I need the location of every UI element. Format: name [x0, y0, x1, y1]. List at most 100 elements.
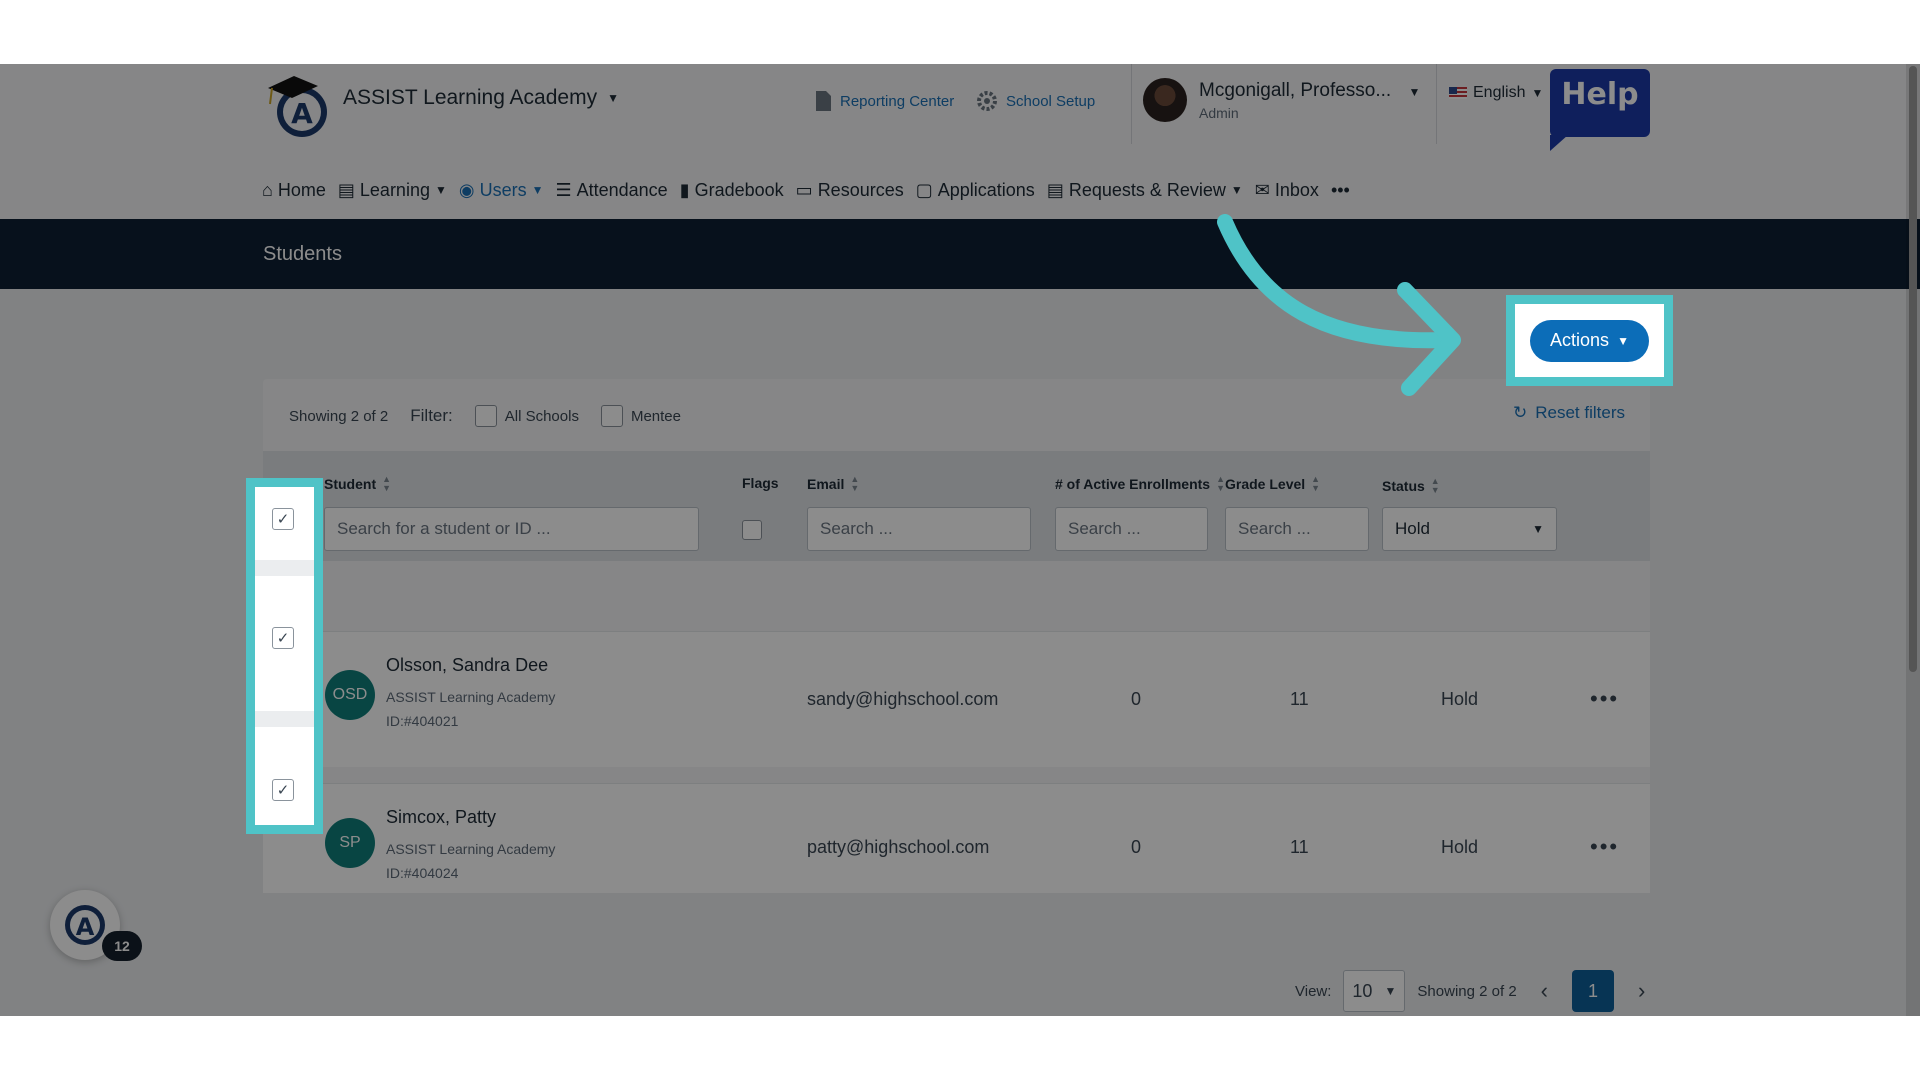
row-checkbox-highlight: [246, 478, 323, 834]
table-header: Student ▲ ▼ Flags Email ▲ ▼ # of Active En…: [263, 451, 1650, 561]
all-schools-label: All Schools: [504, 407, 579, 425]
column-enrollments[interactable]: # of Active Enrollments ▲ ▼: [1055, 475, 1225, 493]
header-divider: [1131, 64, 1132, 144]
nav-gradebook[interactable]: ▮ Gradebook: [680, 170, 784, 210]
us-flag-icon: [1449, 87, 1467, 99]
scrollbar-thumb[interactable]: [1909, 66, 1917, 672]
chevron-down-icon: ▼: [607, 91, 619, 105]
table-row[interactable]: OSD Olsson, Sandra Dee ASSIST Learning A…: [263, 631, 1650, 767]
student-search-input[interactable]: Search for a student or ID ...: [324, 507, 699, 551]
table-row[interactable]: SP Simcox, Patty ASSIST Learning Academy…: [263, 783, 1650, 893]
sort-icon: ▲ ▼: [1430, 476, 1440, 495]
top-bar: A ASSIST Learning Academy ▼ Reporting Ce…: [0, 64, 1920, 224]
column-flags-label: Flags: [742, 475, 779, 491]
language-label: English: [1473, 84, 1526, 101]
sort-icon: ▲ ▼: [1311, 474, 1321, 493]
showing-count: Showing 2 of 2: [289, 407, 389, 425]
flags-checkbox[interactable]: [742, 520, 762, 540]
column-grade[interactable]: Grade Level ▲ ▼: [1225, 475, 1320, 493]
reset-filters-link[interactable]: ↻ Reset filters: [1513, 403, 1625, 423]
nav-requests-label: Requests & Review: [1068, 179, 1226, 200]
per-page-select[interactable]: 10 ▼: [1343, 970, 1406, 1012]
student-name[interactable]: Simcox, Patty: [386, 807, 496, 828]
user-name-text: Mcgonigall, Professo...: [1199, 79, 1392, 101]
all-schools-checkbox[interactable]: [474, 405, 497, 427]
all-schools-filter[interactable]: All Schools: [474, 405, 579, 427]
school-setup-link[interactable]: School Setup: [976, 90, 1095, 112]
chevron-down-icon: ▼: [1531, 86, 1544, 100]
chevron-down-icon: ▼: [1408, 84, 1421, 99]
grade-search-input[interactable]: Search ...: [1225, 507, 1369, 551]
row-checkbox[interactable]: [272, 627, 294, 649]
chevron-down-icon: ▼: [1384, 984, 1397, 998]
view-label: View:: [1295, 982, 1332, 1000]
email-search-input[interactable]: Search ...: [807, 507, 1031, 551]
header-divider: [1436, 64, 1437, 144]
user-name: Mcgonigall, Professo... ▼: [1199, 80, 1420, 102]
more-icon: •••: [1330, 179, 1350, 200]
callout-arrow-icon: [1217, 214, 1461, 396]
reporting-center-link[interactable]: Reporting Center: [814, 90, 954, 112]
user-menu[interactable]: Mcgonigall, Professo... ▼ Admin: [1143, 78, 1420, 122]
nav-learning[interactable]: ▤ Learning ▼: [338, 170, 447, 210]
school-switcher[interactable]: ASSIST Learning Academy ▼: [343, 86, 619, 110]
row-checkbox[interactable]: [272, 779, 294, 801]
nav-attendance[interactable]: ☰ Attendance: [555, 170, 667, 210]
column-email[interactable]: Email ▲ ▼: [807, 475, 859, 493]
document-icon: [816, 91, 831, 111]
nav-learning-label: Learning: [359, 179, 430, 200]
page-scrollbar[interactable]: [1906, 64, 1920, 1016]
school-name: ASSIST Learning Academy: [343, 86, 598, 109]
actions-highlight: Actions ▼: [1506, 295, 1673, 386]
chevron-down-icon: ▼: [1230, 183, 1243, 197]
mail-icon: ✉: [1254, 179, 1270, 200]
user-circle-icon: ◉: [458, 179, 475, 200]
student-enrollments: 0: [1131, 689, 1142, 709]
next-page-icon[interactable]: ›: [1626, 978, 1657, 1004]
column-flags: Flags: [742, 475, 779, 491]
nav-home[interactable]: ⌂ Home: [262, 170, 326, 210]
actions-button[interactable]: Actions ▼: [1530, 319, 1649, 362]
nav-applications[interactable]: ▢ Applications: [916, 170, 1035, 210]
enrollments-search-input[interactable]: Search ...: [1055, 507, 1208, 551]
column-status[interactable]: Status ▲ ▼: [1382, 477, 1440, 495]
highlight-gap: [255, 560, 314, 576]
chevron-down-icon: ▼: [531, 183, 544, 197]
row-more-icon[interactable]: •••: [1590, 686, 1619, 712]
assist-logo-icon: A: [65, 905, 105, 945]
requests-icon: ▤: [1046, 179, 1064, 200]
mentee-checkbox[interactable]: [600, 405, 623, 427]
sort-icon: ▲ ▼: [850, 474, 860, 493]
status-select[interactable]: Hold ▼: [1382, 507, 1557, 551]
nav-users[interactable]: ◉ Users ▼: [446, 170, 546, 224]
prev-page-icon[interactable]: ‹: [1529, 978, 1560, 1004]
help-button[interactable]: Help: [1550, 69, 1650, 151]
student-school: ASSIST Learning Academy: [386, 841, 556, 857]
row-more-icon[interactable]: •••: [1590, 834, 1619, 860]
user-role: Admin: [1199, 104, 1239, 121]
mentee-label: Mentee: [630, 407, 681, 425]
student-name[interactable]: Olsson, Sandra Dee: [386, 655, 548, 676]
column-student[interactable]: Student ▲ ▼: [324, 475, 391, 493]
nav-requests-review[interactable]: ▤ Requests & Review ▼: [1047, 170, 1243, 210]
column-grade-label: Grade Level: [1225, 476, 1306, 492]
student-avatar: SP: [325, 818, 375, 868]
column-status-label: Status: [1382, 478, 1425, 494]
student-avatar: OSD: [325, 670, 375, 720]
mentee-filter[interactable]: Mentee: [600, 405, 681, 427]
nav-more[interactable]: •••: [1331, 170, 1350, 210]
page-button-current[interactable]: 1: [1572, 970, 1614, 1012]
refresh-icon: ↻: [1513, 403, 1528, 422]
language-selector[interactable]: English ▼: [1449, 84, 1543, 102]
nav-resources[interactable]: ▭ Resources: [796, 170, 904, 210]
nav-users-label: Users: [479, 179, 527, 200]
chevron-down-icon: ▼: [1532, 522, 1544, 536]
actions-label: Actions: [1550, 330, 1610, 350]
student-grade: 11: [1290, 689, 1309, 709]
student-grade: 11: [1290, 837, 1309, 857]
nav-inbox[interactable]: ✉ Inbox: [1255, 170, 1319, 210]
select-all-checkbox[interactable]: [272, 508, 294, 530]
svg-text:A: A: [291, 97, 313, 130]
school-setup-label: School Setup: [1006, 92, 1096, 110]
reporting-center-label: Reporting Center: [840, 92, 955, 110]
